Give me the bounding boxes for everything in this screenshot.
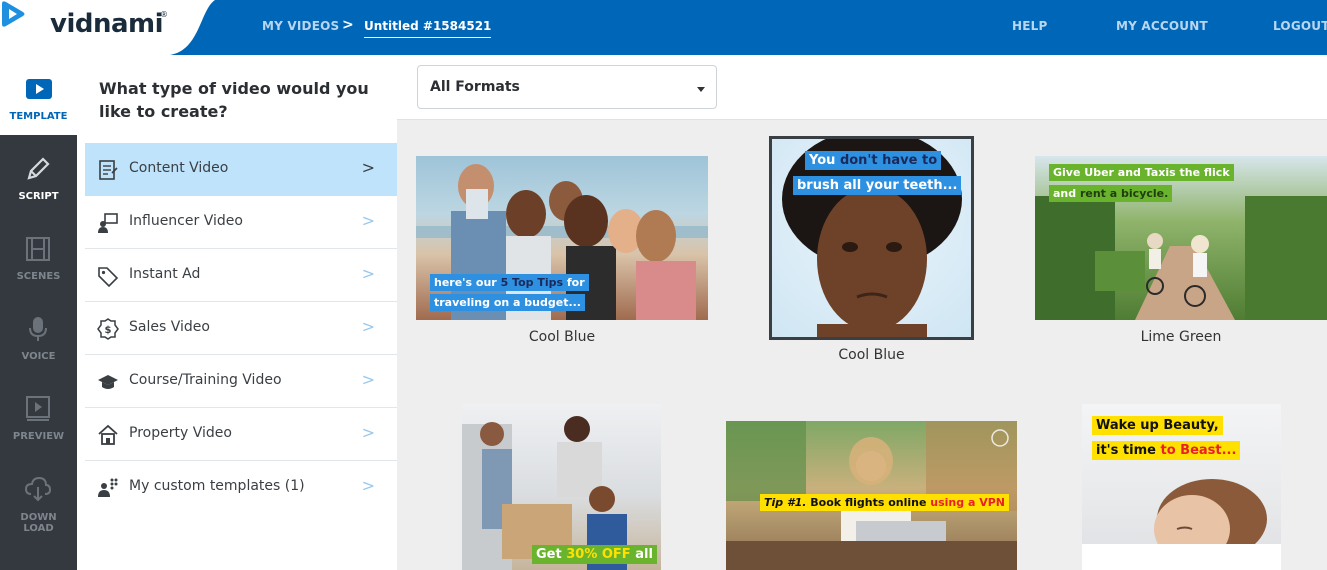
template-caption: Lime Green bbox=[1140, 329, 1222, 345]
rail-item-template[interactable]: TEMPLATE bbox=[0, 55, 77, 135]
rail-item-download[interactable]: DOWN LOAD bbox=[0, 455, 77, 535]
custom-templates-icon bbox=[98, 478, 118, 497]
overlay-line-1: here's our 5 Top Tips for bbox=[430, 274, 589, 291]
rail-label-download-2: LOAD bbox=[23, 523, 54, 534]
format-select[interactable]: All Formats bbox=[417, 65, 717, 109]
overlay-line-1: Wake up Beauty, bbox=[1092, 416, 1223, 435]
template-card-lime-green[interactable]: Give Uber and Taxis the flick and rent a… bbox=[1035, 156, 1327, 351]
logo[interactable]: vidnami ® bbox=[0, 0, 225, 55]
overlay-line-2: traveling on a budget... bbox=[430, 294, 585, 311]
chevron-right-icon: > bbox=[361, 423, 375, 442]
rail-label-download-1: DOWN bbox=[20, 512, 57, 523]
template-thumbnail: Give Uber and Taxis the flick and rent a… bbox=[1035, 156, 1327, 320]
rail-label-scenes: SCENES bbox=[16, 271, 61, 282]
category-instant-ad[interactable]: Instant Ad > bbox=[85, 249, 397, 302]
pencil-icon bbox=[27, 157, 50, 180]
rail-item-voice[interactable]: VOICE bbox=[0, 295, 77, 375]
template-card-travel-tips[interactable]: Tip #1. Book flights online using a VPN bbox=[726, 421, 1017, 570]
rail-item-preview[interactable]: PREVIEW bbox=[0, 375, 77, 455]
presenter-icon bbox=[98, 213, 118, 233]
svg-text:$: $ bbox=[105, 325, 112, 336]
download-cloud-icon bbox=[24, 476, 52, 502]
chevron-right-icon: > bbox=[361, 476, 375, 495]
graduation-cap-icon bbox=[98, 375, 118, 389]
my-videos-link[interactable]: MY VIDEOS bbox=[262, 19, 339, 33]
overlay-line-2: and rent a bicycle. bbox=[1049, 185, 1173, 202]
tag-icon bbox=[98, 267, 119, 287]
document-icon bbox=[99, 160, 118, 180]
template-card-wake-up[interactable]: Wake up Beauty, it's time to Beast... bbox=[1082, 404, 1281, 570]
template-caption: Cool Blue bbox=[528, 329, 596, 345]
logout-link[interactable]: LOGOUT bbox=[1273, 19, 1327, 33]
dollar-badge-icon: $ bbox=[97, 318, 119, 340]
template-caption: Cool Blue bbox=[838, 347, 905, 363]
chevron-right-icon: > bbox=[361, 370, 375, 389]
category-content-video[interactable]: Content Video > bbox=[85, 143, 397, 196]
category-label: Content Video bbox=[129, 160, 229, 176]
breadcrumb-current-video[interactable]: Untitled #1584521 bbox=[364, 19, 492, 38]
top-navigation-bar: vidnami ® MY VIDEOS > Untitled #1584521 … bbox=[0, 0, 1327, 55]
chevron-right-icon: > bbox=[361, 158, 375, 177]
overlay-line-1: Get 30% OFF all bbox=[532, 545, 657, 564]
chevron-right-icon: > bbox=[361, 264, 375, 283]
brand-name: vidnami bbox=[50, 9, 164, 39]
rail-label-voice: VOICE bbox=[21, 351, 56, 362]
help-link[interactable]: HELP bbox=[1012, 19, 1047, 33]
breadcrumb-separator-icon: > bbox=[342, 17, 354, 33]
category-label: Sales Video bbox=[129, 319, 210, 335]
rail-item-scenes[interactable]: SCENES bbox=[0, 215, 77, 295]
template-thumbnail: Tip #1. Book flights online using a VPN bbox=[726, 421, 1017, 570]
category-list: Content Video > Influencer Video > Insta… bbox=[85, 143, 397, 514]
category-property-video[interactable]: Property Video > bbox=[85, 408, 397, 461]
category-label: Course/Training Video bbox=[129, 372, 282, 388]
template-card-cool-blue-2[interactable]: You don't have to brush all your teeth..… bbox=[769, 136, 974, 366]
template-thumbnail: Wake up Beauty, it's time to Beast... bbox=[1082, 404, 1281, 570]
category-label: Influencer Video bbox=[129, 213, 243, 229]
category-sales-video[interactable]: $ Sales Video > bbox=[85, 302, 397, 355]
preview-icon bbox=[26, 396, 50, 421]
chevron-right-icon: > bbox=[361, 211, 375, 230]
my-account-link[interactable]: MY ACCOUNT bbox=[1116, 19, 1208, 33]
format-select-value: All Formats bbox=[430, 79, 520, 95]
step-sidebar: TEMPLATE SCRIPT SCENES VOICE PREVIEW DOW… bbox=[0, 55, 77, 570]
category-heading: What type of video would you like to cre… bbox=[99, 79, 369, 121]
film-icon bbox=[26, 237, 50, 261]
overlay-line-2: it's time to Beast... bbox=[1092, 441, 1241, 460]
category-influencer-video[interactable]: Influencer Video > bbox=[85, 196, 397, 249]
rail-label-script: SCRIPT bbox=[18, 191, 59, 202]
registered-mark: ® bbox=[160, 10, 168, 19]
vidnami-logo-icon bbox=[2, 1, 25, 27]
selected-frame bbox=[769, 136, 974, 340]
play-video-icon bbox=[26, 79, 52, 99]
overlay-line-1: Give Uber and Taxis the flick bbox=[1049, 164, 1234, 181]
category-my-custom-templates[interactable]: My custom templates (1) > bbox=[85, 461, 397, 514]
template-card-cool-blue-1[interactable]: here's our 5 Top Tips for traveling on a… bbox=[416, 156, 708, 351]
rail-item-script[interactable]: SCRIPT bbox=[0, 135, 77, 215]
house-icon bbox=[98, 424, 118, 445]
template-thumbnail: Get 30% OFF all bbox=[462, 404, 661, 570]
template-card-sale[interactable]: Get 30% OFF all bbox=[462, 404, 661, 570]
microphone-icon bbox=[29, 317, 47, 341]
template-gallery: All Formats here's our 5 Top Tips for tr… bbox=[397, 55, 1327, 570]
rail-label-preview: PREVIEW bbox=[12, 431, 65, 442]
filter-bar: All Formats bbox=[397, 55, 1327, 120]
chevron-right-icon: > bbox=[361, 317, 375, 336]
rail-label-template: TEMPLATE bbox=[9, 111, 68, 122]
category-label: My custom templates (1) bbox=[129, 478, 305, 494]
chevron-down-icon bbox=[697, 87, 705, 92]
overlay-line-1: Tip #1. Book flights online using a VPN bbox=[760, 494, 1009, 511]
category-course-training-video[interactable]: Course/Training Video > bbox=[85, 355, 397, 408]
template-category-panel: What type of video would you like to cre… bbox=[77, 55, 397, 570]
category-label: Property Video bbox=[129, 425, 232, 441]
template-thumbnail: here's our 5 Top Tips for traveling on a… bbox=[416, 156, 708, 320]
category-label: Instant Ad bbox=[129, 266, 201, 282]
